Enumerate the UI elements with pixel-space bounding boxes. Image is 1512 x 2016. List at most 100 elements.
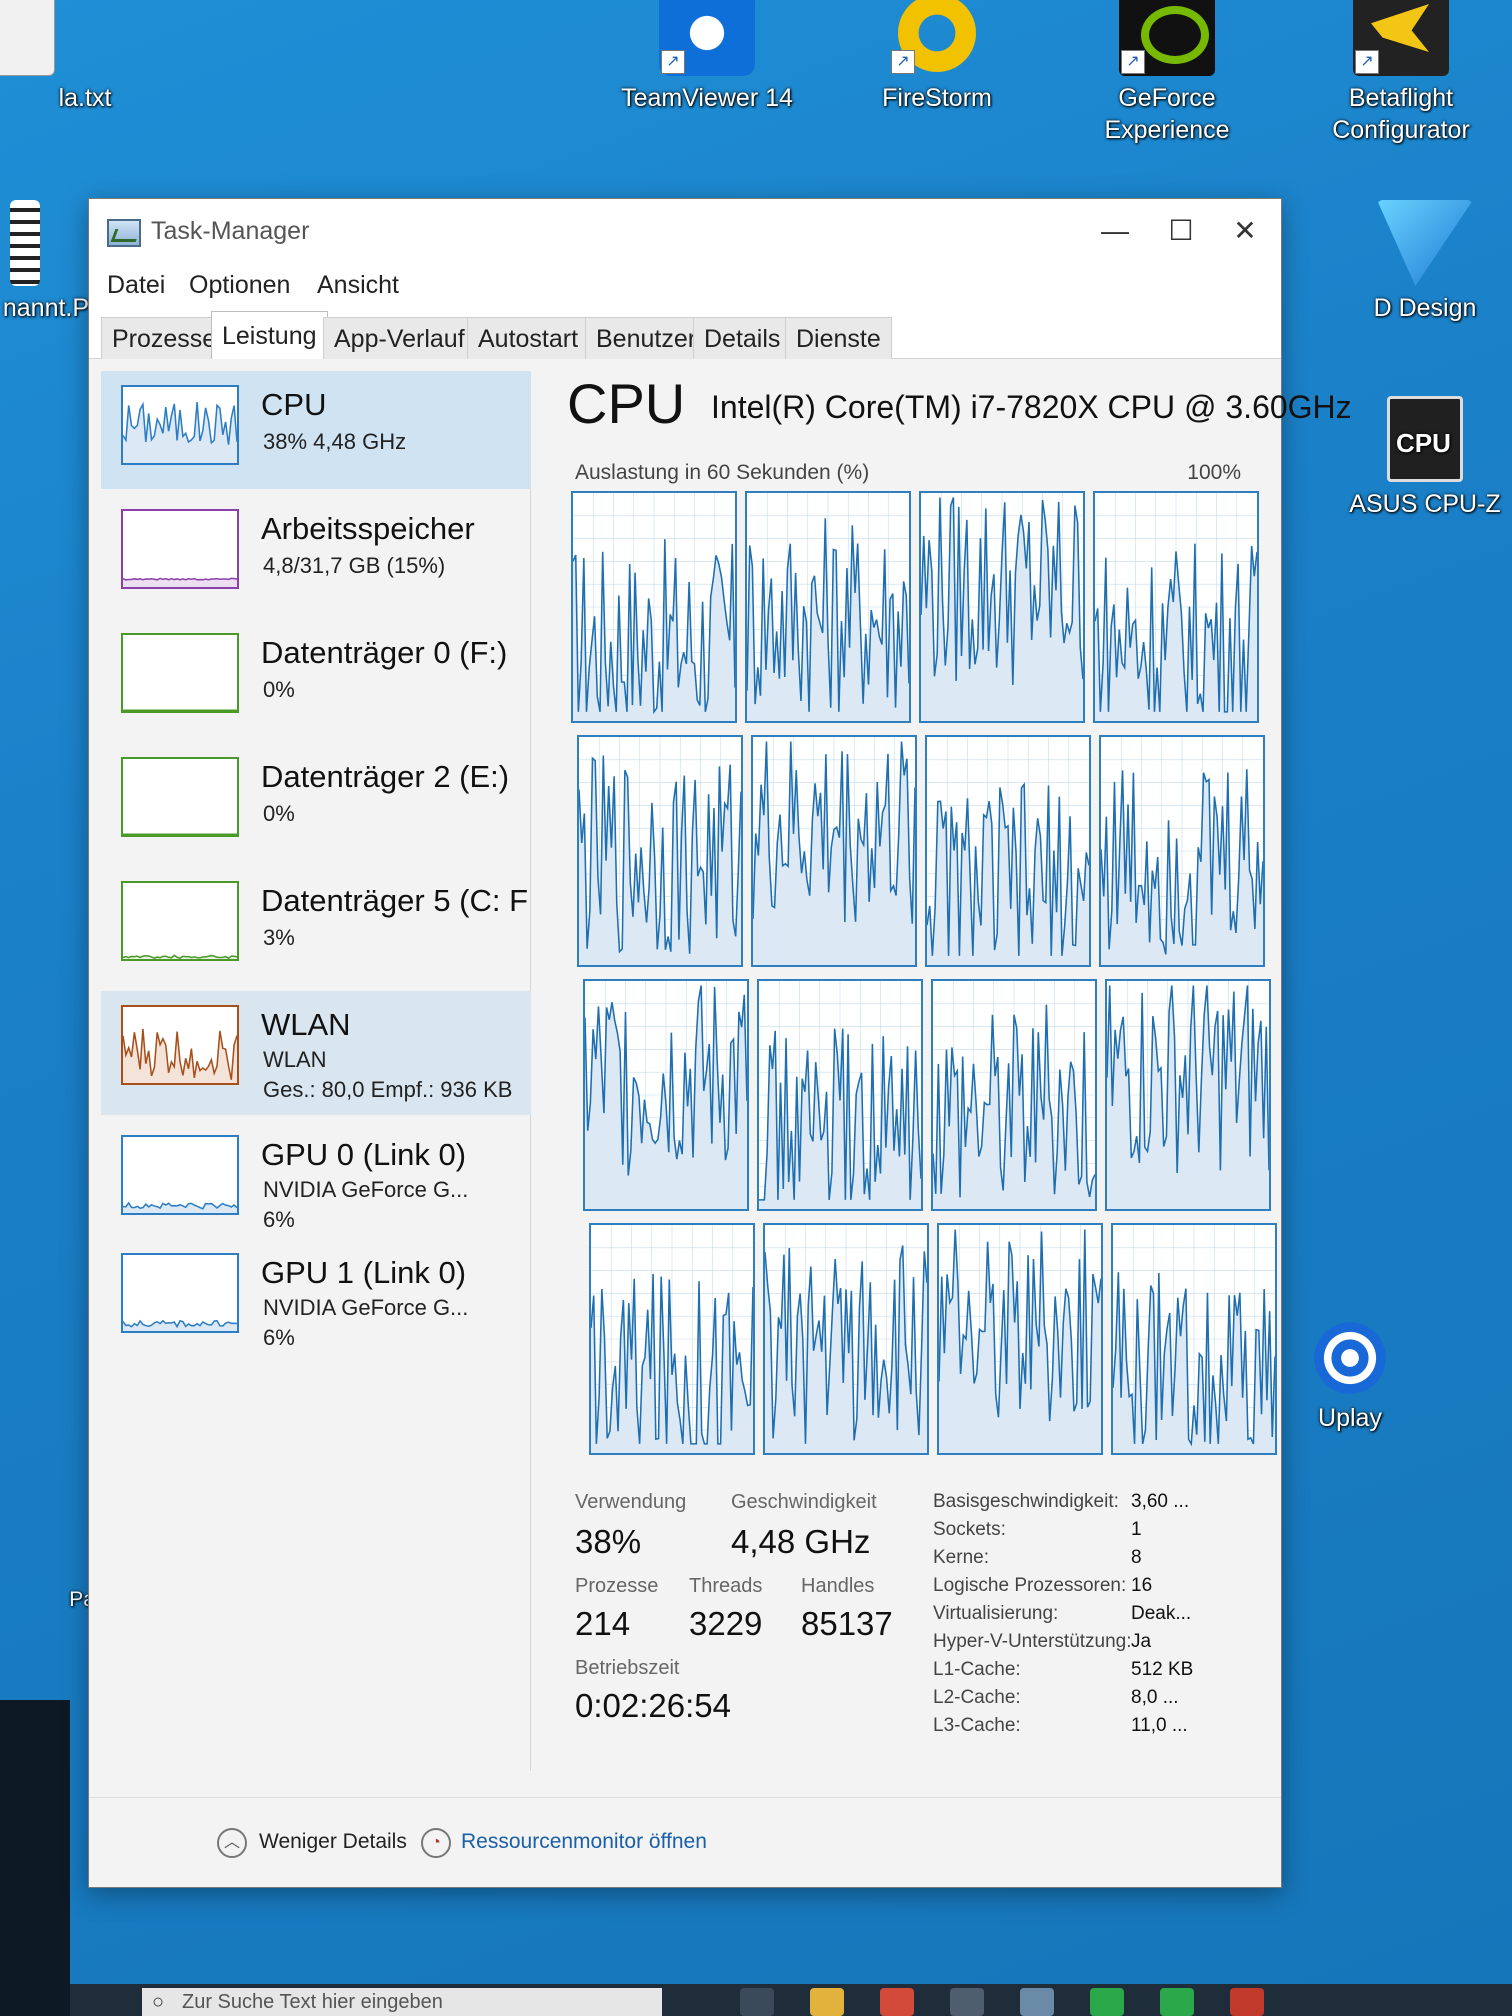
wlan-thumbnail-graph [121, 1005, 239, 1085]
detail-key-logical-processors: Logische Prozessoren: [933, 1575, 1127, 1596]
chart-max-label: 100% [1187, 461, 1241, 484]
taskbar: Zur Suche Text hier eingeben [70, 1984, 1512, 2016]
processes-value: 214 [575, 1605, 631, 1642]
desktop-icon-betaflight[interactable]: ↗ Betaflight Configurator [1296, 0, 1506, 146]
task-manager-taskbar-icon[interactable] [1020, 1988, 1054, 2016]
detail-value-hyper-v: Ja [1131, 1631, 1152, 1652]
resource-monitor-icon[interactable]: ◔ [421, 1828, 451, 1858]
detail-value-logical-processors: 16 [1131, 1575, 1153, 1596]
logical-processor-graph [751, 735, 917, 967]
tab-bar: Prozesse Leistung App-Verlauf Autostart … [89, 309, 1281, 359]
less-details-link[interactable]: Weniger Details [259, 1830, 407, 1854]
sidebar-item-disk-2[interactable]: Datenträger 2 (E:) 0% [101, 743, 531, 861]
tab-app-verlauf[interactable]: App-Verlauf [323, 317, 476, 359]
maximize-button[interactable]: ☐ [1155, 213, 1207, 249]
detail-value-virtualization: Deak... [1131, 1603, 1192, 1624]
logical-processor-graph [757, 979, 923, 1211]
monitor-bezel [0, 1700, 70, 2016]
menu-ansicht[interactable]: Ansicht [317, 271, 399, 300]
app-green-2-icon[interactable] [1160, 1988, 1194, 2016]
sidebar-item-gpu-0[interactable]: GPU 0 (Link 0) NVIDIA GeForce G... 6% [101, 1121, 531, 1239]
disk-5-thumbnail-graph [121, 881, 239, 961]
logical-processor-graph [925, 735, 1091, 967]
text-file-icon [0, 0, 55, 76]
tab-dienste[interactable]: Dienste [785, 317, 892, 359]
uptime-value: 0:02:26:54 [575, 1687, 731, 1724]
task-view-icon[interactable] [740, 1988, 774, 2016]
sidebar-item-gpu-1[interactable]: GPU 1 (Link 0) NVIDIA GeForce G... 6% [101, 1239, 531, 1357]
logical-processor-graph [571, 491, 737, 723]
chrome-icon[interactable] [880, 1988, 914, 2016]
cpu-model-name: Intel(R) Core(TM) i7-7820X CPU @ 3.60GHz [711, 389, 1352, 425]
app-red-icon[interactable] [1230, 1988, 1264, 2016]
tab-benutzer[interactable]: Benutzer [585, 317, 708, 359]
uplay-icon [1312, 1320, 1388, 1396]
detail-key-l2-cache: L2-Cache: [933, 1687, 1021, 1708]
detail-key-base-speed: Basisgeschwindigkeit: [933, 1491, 1119, 1512]
threads-label: Threads [689, 1575, 763, 1597]
logical-processor-graph [937, 1223, 1103, 1455]
cpu-thumbnail-graph [121, 385, 239, 465]
taskbar-search-box[interactable]: Zur Suche Text hier eingeben [142, 1988, 662, 2016]
detail-value-l3-cache: 11,0 ... [1131, 1715, 1188, 1736]
detail-value-l1-cache: 512 KB [1131, 1659, 1194, 1680]
tab-prozesse[interactable]: Prozesse [101, 317, 228, 359]
minimize-button[interactable]: — [1089, 213, 1141, 249]
logical-processor-graph [1111, 1223, 1277, 1455]
logical-processor-graph [1099, 735, 1265, 967]
memory-thumbnail-graph [121, 509, 239, 589]
resource-sidebar: CPU 38% 4,48 GHz Arbeitsspeicher 4,8/31,… [101, 371, 531, 1771]
design-app-icon [1377, 200, 1473, 286]
chart-caption: Auslastung in 60 Sekunden (%) [575, 461, 870, 484]
desktop-icon-uplay[interactable]: Uplay [1290, 1320, 1410, 1434]
image-file-icon [10, 200, 40, 286]
logical-processor-graph [577, 735, 743, 967]
sidebar-item-disk-0[interactable]: Datenträger 0 (F:) 0% [101, 619, 531, 737]
firestorm-icon: ↗ [889, 0, 985, 76]
tab-autostart[interactable]: Autostart [467, 317, 590, 359]
disk-0-thumbnail-graph [121, 633, 239, 713]
detail-key-sockets: Sockets: [933, 1519, 1006, 1540]
gpu-0-thumbnail-graph [121, 1135, 239, 1215]
speed-label: Geschwindigkeit [731, 1491, 877, 1513]
logical-processor-graph [1093, 491, 1259, 723]
sidebar-item-memory[interactable]: Arbeitsspeicher 4,8/31,7 GB (15%) [101, 495, 531, 613]
task-manager-app-icon [107, 219, 141, 247]
file-explorer-icon[interactable] [810, 1988, 844, 2016]
detail-key-virtualization: Virtualisierung: [933, 1603, 1059, 1624]
teamviewer-icon: ↗ [659, 0, 755, 76]
desktop-icon-la-txt[interactable]: la.txt [0, 0, 130, 114]
sidebar-item-disk-5[interactable]: Datenträger 5 (C: F 3% [101, 867, 531, 985]
app-green-icon[interactable] [1090, 1988, 1124, 2016]
sidebar-item-cpu[interactable]: CPU 38% 4,48 GHz [101, 371, 531, 489]
sidebar-item-wlan[interactable]: WLAN WLAN Ges.: 80,0 Empf.: 936 KB [101, 991, 531, 1115]
desktop-icon-3d-design[interactable]: D Design [1340, 200, 1510, 324]
close-button[interactable]: ✕ [1219, 213, 1271, 249]
menu-optionen[interactable]: Optionen [189, 271, 290, 300]
usage-label: Verwendung [575, 1491, 687, 1513]
geforce-icon: ↗ [1119, 0, 1215, 76]
betaflight-icon: ↗ [1353, 0, 1449, 76]
desktop-icon-firestorm[interactable]: ↗ FireStorm [832, 0, 1042, 114]
chevron-up-icon[interactable]: ︿ [217, 1828, 247, 1858]
menu-bar: Datei Optionen Ansicht [89, 263, 1281, 309]
task-manager-window: Task-Manager — ☐ ✕ Datei Optionen Ansich… [88, 198, 1352, 1888]
cpu-stats: Verwendung 38% Geschwindigkeit 4,48 GHz … [575, 1491, 1275, 1751]
detail-key-l1-cache: L1-Cache: [933, 1659, 1021, 1680]
speed-value: 4,48 GHz [731, 1523, 871, 1560]
detail-value-l2-cache: 8,0 ... [1131, 1687, 1179, 1708]
logical-processor-graph [763, 1223, 929, 1455]
steam-icon[interactable] [950, 1988, 984, 2016]
menu-datei[interactable]: Datei [107, 271, 165, 300]
title-bar[interactable]: Task-Manager — ☐ ✕ [89, 199, 1281, 263]
detail-value-cores: 8 [1131, 1547, 1142, 1568]
desktop-icon-cpuz[interactable]: ASUS CPU-Z [1340, 396, 1510, 520]
tab-details[interactable]: Details [693, 317, 792, 359]
logical-processor-graph [589, 1223, 755, 1455]
open-resource-monitor-link[interactable]: Ressourcenmonitor öffnen [461, 1830, 707, 1854]
logical-processor-graph [919, 491, 1085, 723]
desktop-icon-geforce[interactable]: ↗ GeForce Experience [1062, 0, 1272, 146]
desktop-icon-teamviewer[interactable]: ↗ TeamViewer 14 [602, 0, 812, 114]
detail-key-cores: Kerne: [933, 1547, 989, 1568]
tab-leistung[interactable]: Leistung [211, 311, 328, 359]
